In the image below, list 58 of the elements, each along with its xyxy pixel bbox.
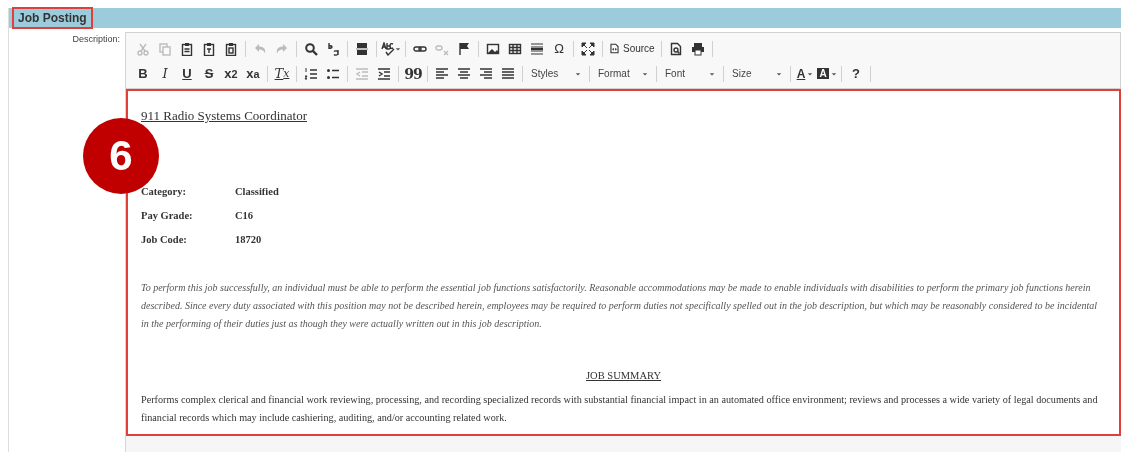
field-name: Job Code: [141,234,188,245]
spellcheck-icon [381,41,395,56]
image-icon [486,41,500,56]
align-center-icon [457,66,471,81]
underline-button[interactable]: U [177,63,197,84]
align-right-icon [479,66,493,81]
print-icon [690,41,705,56]
cut-icon [136,41,150,56]
strikethrough-button[interactable]: S [199,63,219,84]
document-title: 911 Radio Systems Coordinator [141,108,307,124]
indent-icon [377,66,391,81]
field-name: Pay Grade: [141,210,194,221]
caret-icon [830,70,837,77]
caret-icon [575,70,581,77]
combo-dropdown[interactable]: Format [594,63,652,84]
disclaimer-paragraph: To perform this job successfully, an individual must be able to perform the essential job functions satisfactorily. Reasonable accommodations may be made to enable individuals with disabilities to perform the primary job functions herein described. Since every duty associated with this position may not be described herein, employees may be required to perform duties not specifically spelled out in the job description, but which may be reasonably considered to be incidental in the performing of their duties just as though they were actually written out in this job description. [141,281,1098,331]
justify-icon [501,66,515,81]
section-title: Job Posting [12,7,93,29]
omega-button[interactable]: Ω [549,38,569,59]
field-value: Classified [235,186,279,197]
flag-icon [457,41,471,56]
combo-dropdown[interactable]: Styles [527,63,585,84]
source-button[interactable]: Source [607,38,657,59]
section-heading: JOB SUMMARY [586,370,661,381]
bold-button[interactable]: B [133,63,153,84]
source-icon [609,43,620,54]
help-button[interactable]: ? [846,63,866,84]
replace-icon [326,41,340,56]
field-value: C16 [235,210,254,221]
numbered-list-icon [304,66,318,81]
blockquote-button[interactable]: 99 [403,63,423,84]
caret-icon [807,70,814,77]
clipboard-icon [202,41,216,56]
background-color-button[interactable]: A [817,63,837,84]
copy-icon [158,41,172,56]
field-value: 18720 [235,234,262,245]
caret-icon [642,70,648,77]
combo-dropdown[interactable]: Font [661,63,719,84]
caret-icon [709,70,715,77]
caret-icon [776,70,782,77]
preview-icon [668,41,683,56]
summary-paragraph: Performs complex clerical and financial work reviewing, processing, and recording specialized records with substantial financial impact in an automated office environment; reviews and processes a wide variety of legal documents and financial records which may include cashiering, auditing, and/or accounting related work. [141,393,1099,425]
bulleted-list-icon [326,66,340,81]
combo-dropdown[interactable]: Size [728,63,786,84]
clipboard-icon [224,41,238,56]
outdent-icon [355,66,369,81]
field-label: Description: [72,34,120,44]
clipboard-icon [180,41,194,56]
search-icon [304,41,318,56]
table-icon [508,41,522,56]
text-color-button[interactable]: A [795,63,815,84]
align-left-icon [435,66,449,81]
field-name: Category: [141,186,187,197]
italic-button[interactable]: I [155,63,175,84]
page-break-icon [355,41,369,56]
horizontal-line-icon [530,41,544,56]
maximize-icon [581,41,595,56]
caret-icon [395,45,401,52]
